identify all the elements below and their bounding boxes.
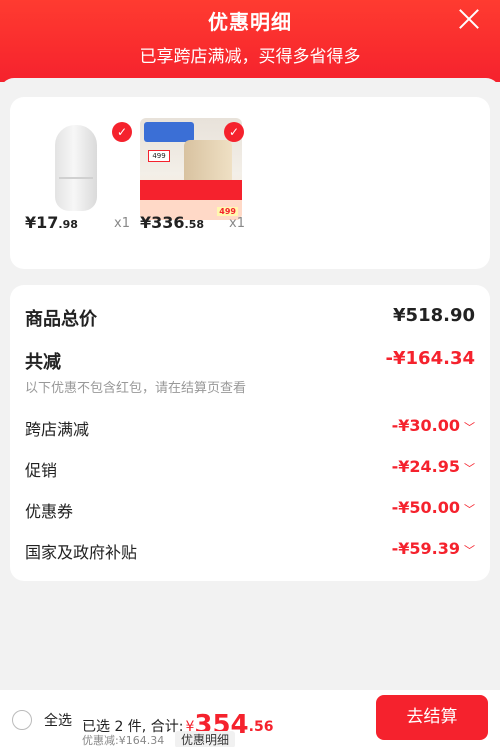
poster-banner <box>144 122 194 142</box>
product-price: ¥17.98 <box>25 213 78 232</box>
close-icon[interactable] <box>456 6 482 32</box>
discount-label: 国家及政府补贴 <box>25 543 138 562</box>
reduce-row: 共减 -¥164.34 <box>25 348 475 374</box>
radio-icon[interactable] <box>12 710 32 730</box>
discount-row-cross-store[interactable]: 跨店满减 -¥30.00 ﹀ <box>25 416 475 442</box>
discount-amount: -¥24.95 <box>391 457 460 476</box>
poster-price-bottom: 499 <box>217 207 238 216</box>
discount-row-subsidy[interactable]: 国家及政府补贴 -¥59.39 ﹀ <box>25 539 475 565</box>
poster-price-tag: 499 <box>148 150 170 162</box>
header-curve <box>0 78 500 92</box>
checkout-bar: 全选 已选 2 件, 合计: ¥354.56 优惠减:¥164.34 优惠明细 去… <box>0 690 500 747</box>
discount-value: -¥30.00 ﹀ <box>392 416 475 435</box>
reduce-label: 共减 <box>25 352 61 373</box>
discount-row-coupon[interactable]: 优惠券 -¥50.00 ﹀ <box>25 498 475 524</box>
product-price-int: ¥17 <box>25 213 59 232</box>
product-price-dec: .98 <box>58 218 78 231</box>
discount-detail-button[interactable]: 优惠明细 <box>175 731 236 747</box>
chevron-down-icon[interactable]: ﹀ <box>464 503 475 516</box>
discount-label: 促销 <box>25 461 58 480</box>
page-title: 优惠明细 <box>208 10 292 34</box>
discount-amount: -¥30.00 <box>391 416 460 435</box>
discount-summary: 优惠减:¥164.34 <box>82 734 165 747</box>
check-icon[interactable]: ✓ <box>112 122 132 142</box>
total-row: 商品总价 ¥518.90 <box>25 305 475 331</box>
product-qty: x1 <box>114 216 130 231</box>
discount-details-card: 商品总价 ¥518.90 共减 -¥164.34 以下优惠不包含红包，请在结算页… <box>10 285 490 581</box>
discount-value: -¥24.95 ﹀ <box>392 457 475 476</box>
products-card: ✓ 499 499 ✓ <box>10 97 490 269</box>
discount-label: 优惠券 <box>25 502 74 521</box>
discount-row-promotion[interactable]: 促销 -¥24.95 ﹀ <box>25 457 475 483</box>
total-cents: .56 <box>248 719 274 735</box>
product-image: ✓ <box>25 115 132 220</box>
product-price-int: ¥336 <box>140 213 185 232</box>
checkout-button[interactable]: 去结算 <box>376 695 488 740</box>
header: 优惠明细 已享跨店满减，买得多省得多 <box>0 0 500 82</box>
discount-value: -¥50.00 ﹀ <box>392 498 475 517</box>
discount-label: 跨店满减 <box>25 420 90 439</box>
total-value: ¥518.90 <box>393 305 475 326</box>
filter-image <box>55 125 97 211</box>
select-all-label[interactable]: 全选 <box>44 710 72 730</box>
product-image: 499 499 ✓ <box>137 115 244 220</box>
discount-note: 以下优惠不包含红包，请在结算页查看 <box>25 381 247 396</box>
check-icon[interactable]: ✓ <box>224 122 244 142</box>
product-item[interactable]: ✓ <box>25 115 132 220</box>
product-qty: x1 <box>229 216 245 231</box>
product-item[interactable]: 499 499 ✓ <box>137 115 244 220</box>
discount-value: -¥59.39 ﹀ <box>392 539 475 558</box>
total-label: 商品总价 <box>25 309 97 330</box>
discount-amount: -¥59.39 <box>391 539 460 558</box>
discount-amount: -¥50.00 <box>391 498 460 517</box>
page-subtitle: 已享跨店满减，买得多省得多 <box>139 47 361 67</box>
chevron-down-icon[interactable]: ﹀ <box>464 462 475 475</box>
product-price-dec: .58 <box>184 218 205 231</box>
reduce-value: -¥164.34 <box>385 348 475 369</box>
poster-band <box>140 180 242 200</box>
product-price: ¥336.58 <box>140 213 204 232</box>
chevron-down-icon[interactable]: ﹀ <box>464 544 475 557</box>
chevron-down-icon[interactable]: ﹀ <box>464 421 475 434</box>
